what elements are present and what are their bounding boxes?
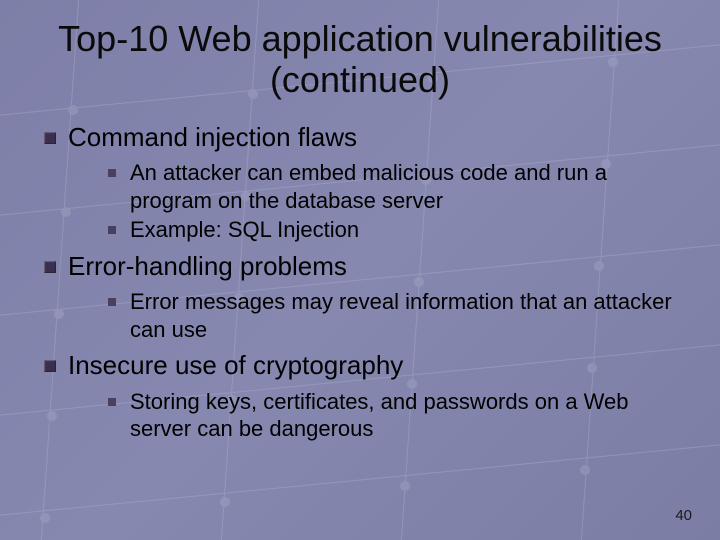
page-number: 40 bbox=[675, 507, 692, 524]
bullet-small-square-icon bbox=[108, 169, 116, 177]
section-heading: Command injection flaws bbox=[30, 121, 690, 154]
section-heading: Insecure use of cryptography bbox=[30, 349, 690, 382]
bullet-square-icon bbox=[44, 132, 56, 144]
bullet-square-icon bbox=[44, 261, 56, 273]
section-heading-text: Error-handling problems bbox=[68, 250, 347, 283]
bullet-small-square-icon bbox=[108, 226, 116, 234]
bullet-small-square-icon bbox=[108, 298, 116, 306]
section-heading-text: Command injection flaws bbox=[68, 121, 357, 154]
list-item-text: Storing keys, certificates, and password… bbox=[130, 388, 680, 443]
list-item: Example: SQL Injection bbox=[30, 216, 690, 244]
list-item: Error messages may reveal information th… bbox=[30, 288, 690, 343]
bullet-small-square-icon bbox=[108, 398, 116, 406]
slide-title: Top-10 Web application vulnerabilities (… bbox=[30, 18, 690, 101]
list-item-text: An attacker can embed malicious code and… bbox=[130, 159, 680, 214]
list-item: Storing keys, certificates, and password… bbox=[30, 388, 690, 443]
list-item: An attacker can embed malicious code and… bbox=[30, 159, 690, 214]
list-item-text: Error messages may reveal information th… bbox=[130, 288, 680, 343]
section-heading: Error-handling problems bbox=[30, 250, 690, 283]
slide: Top-10 Web application vulnerabilities (… bbox=[0, 0, 720, 540]
list-item-text: Example: SQL Injection bbox=[130, 216, 359, 244]
section-heading-text: Insecure use of cryptography bbox=[68, 349, 403, 382]
bullet-square-icon bbox=[44, 360, 56, 372]
